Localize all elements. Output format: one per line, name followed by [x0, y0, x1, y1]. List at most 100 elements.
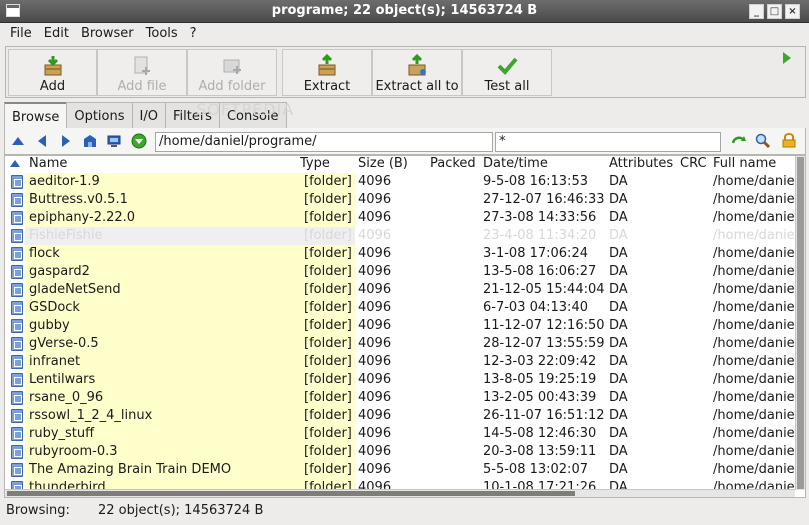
- table-row[interactable]: Buttress.v0.5.1 [folder] 4096 27-12-07 16:4…: [5, 191, 795, 209]
- folder-icon: [11, 265, 23, 279]
- row-attributes: DA: [609, 426, 628, 441]
- maximize-icon[interactable]: □: [767, 4, 782, 19]
- row-fullname: /home/danie: [713, 174, 795, 189]
- row-fullname: /home/danie: [713, 462, 795, 477]
- menu-tools[interactable]: Tools: [140, 23, 184, 45]
- table-row[interactable]: Lentilwars [folder] 4096 13-8-05 19:25:19 DA…: [5, 371, 795, 389]
- file-list: Name Type Size (B) Packed Date/time Attr…: [4, 155, 806, 498]
- row-datetime: 26-11-07 16:51:12: [483, 408, 605, 423]
- go-down-icon[interactable]: [131, 133, 147, 149]
- folder-icon: [11, 337, 23, 351]
- add-file-button[interactable]: Add file: [97, 49, 187, 96]
- table-row[interactable]: rssowl_1_2_4_linux [folder] 4096 26-11-07 1…: [5, 407, 795, 425]
- folder-icon: [11, 175, 23, 189]
- column-type[interactable]: Type: [300, 156, 330, 171]
- menu-file[interactable]: File: [4, 23, 38, 45]
- row-name: infranet: [29, 354, 81, 369]
- computer-icon[interactable]: [107, 134, 121, 148]
- row-fullname: /home/danie: [713, 246, 795, 261]
- folder-icon: [11, 373, 23, 387]
- table-row[interactable]: ruby_stuff [folder] 4096 14-5-08 12:46:30 DA…: [5, 425, 795, 443]
- sort-ascending-icon[interactable]: [10, 160, 20, 167]
- lock-icon[interactable]: [781, 132, 797, 148]
- row-attributes: DA: [609, 336, 628, 351]
- filter-input[interactable]: *: [495, 132, 721, 152]
- row-fullname: /home/danie: [713, 390, 795, 405]
- column-name[interactable]: Name: [29, 156, 67, 171]
- row-size: 4096: [358, 462, 392, 477]
- minimize-icon[interactable]: _: [749, 4, 764, 19]
- column-size[interactable]: Size (B): [358, 156, 408, 171]
- menu-bar: File Edit Browser Tools ?: [0, 23, 809, 45]
- table-row[interactable]: infranet [folder] 4096 12-3-03 22:09:42 DA/h…: [5, 353, 795, 371]
- row-size: 4096: [358, 192, 392, 207]
- back-arrow-icon[interactable]: [35, 134, 49, 148]
- table-row[interactable]: gladeNetSend [folder] 4096 21-12-05 15:44:0…: [5, 281, 795, 299]
- table-row[interactable]: GSDock [folder] 4096 6-7-03 04:13:40 DA/home…: [5, 299, 795, 317]
- row-attributes: DA: [609, 372, 628, 387]
- column-crc[interactable]: CRC: [680, 156, 707, 171]
- row-type: [folder]: [304, 426, 352, 441]
- folder-icon: [11, 211, 23, 225]
- table-row[interactable]: epiphany-2.22.0 [folder] 4096 27-3-08 14:33…: [5, 209, 795, 227]
- search-icon[interactable]: [755, 133, 771, 149]
- row-fullname: /home/danie: [713, 282, 795, 297]
- table-row[interactable]: flock [folder] 4096 3-1-08 17:06:24 DA/home/…: [5, 245, 795, 263]
- tab-options[interactable]: Options: [66, 102, 133, 128]
- add-folder-button[interactable]: Add folder: [187, 49, 277, 96]
- row-attributes: DA: [609, 354, 628, 369]
- menu-edit[interactable]: Edit: [38, 23, 75, 45]
- vertical-scrollbar[interactable]: [795, 156, 805, 490]
- row-attributes: DA: [609, 192, 628, 207]
- row-name: The Amazing Brain Train DEMO: [29, 462, 232, 477]
- horizontal-scroll-thumb[interactable]: [7, 491, 575, 496]
- folder-icon: [11, 409, 23, 423]
- folder-icon: [11, 391, 23, 405]
- table-row[interactable]: gubby [folder] 4096 11-12-07 12:16:50 DA/hom…: [5, 317, 795, 335]
- column-attributes[interactable]: Attributes: [609, 156, 673, 171]
- tab-browse[interactable]: Browse: [4, 102, 68, 129]
- home-icon[interactable]: [83, 134, 97, 148]
- tab-io[interactable]: I/O: [131, 102, 166, 128]
- table-row[interactable]: rsane_0_96 [folder] 4096 13-2-05 00:43:39 DA…: [5, 389, 795, 407]
- row-fullname: /home/danie: [713, 192, 795, 207]
- play-arrow-icon[interactable]: [783, 52, 791, 64]
- forward-arrow-icon[interactable]: [59, 134, 73, 148]
- row-name: aeditor-1.9: [29, 174, 100, 189]
- menu-help[interactable]: ?: [184, 23, 203, 45]
- column-fullname[interactable]: Full name: [713, 156, 776, 171]
- row-attributes: DA: [609, 300, 628, 315]
- row-attributes: DA: [609, 282, 628, 297]
- row-datetime: 13-5-08 16:06:27: [483, 264, 597, 279]
- row-fullname: /home/danie: [713, 210, 795, 225]
- refresh-icon[interactable]: [731, 133, 747, 149]
- vertical-scroll-thumb[interactable]: [797, 157, 804, 489]
- folder-icon: [11, 355, 23, 369]
- row-datetime: 11-12-07 12:16:50: [483, 318, 605, 333]
- close-icon[interactable]: ×: [785, 4, 800, 19]
- row-type: [folder]: [304, 300, 352, 315]
- extract-button[interactable]: Extract: [282, 49, 372, 96]
- extract-all-button[interactable]: Extract all to: [372, 49, 462, 96]
- row-size: 4096: [358, 300, 392, 315]
- test-all-button[interactable]: Test all: [462, 49, 552, 96]
- table-row[interactable]: The Amazing Brain Train DEMO [folder] 4096…: [5, 461, 795, 479]
- table-row[interactable]: rubyroom-0.3 [folder] 4096 20-3-08 13:59:11…: [5, 443, 795, 461]
- add-button[interactable]: Add: [8, 49, 97, 96]
- toolbar: Add Add file Add folder Extract Extract …: [5, 46, 806, 98]
- table-row[interactable]: gVerse-0.5 [folder] 4096 28-12-07 13:55:59 D…: [5, 335, 795, 353]
- column-datetime[interactable]: Date/time: [483, 156, 548, 171]
- row-size: 4096: [358, 426, 392, 441]
- horizontal-scrollbar[interactable]: [5, 489, 795, 497]
- row-datetime: 12-3-03 22:09:42: [483, 354, 597, 369]
- path-input[interactable]: /home/daniel/programe/: [155, 132, 493, 152]
- column-packed[interactable]: Packed: [430, 156, 476, 171]
- row-fullname: /home/danie: [713, 426, 795, 441]
- table-row[interactable]: aeditor-1.9 [folder] 4096 9-5-08 16:13:53 DA…: [5, 173, 795, 191]
- row-type: [folder]: [304, 318, 352, 333]
- row-attributes: DA: [609, 408, 628, 423]
- table-row[interactable]: FishieFishie [folder] 4096 23-4-08 11:34:20…: [5, 227, 795, 245]
- up-arrow-icon[interactable]: [11, 134, 25, 148]
- table-row[interactable]: gaspard2 [folder] 4096 13-5-08 16:06:27 DA/h…: [5, 263, 795, 281]
- menu-browser[interactable]: Browser: [75, 23, 140, 45]
